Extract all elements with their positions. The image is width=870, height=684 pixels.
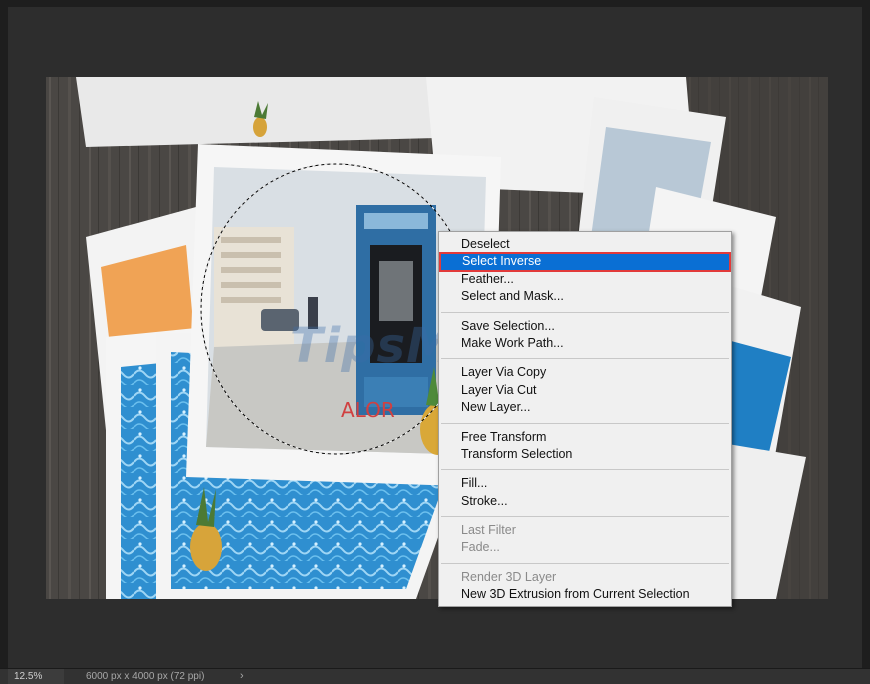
menu-separator	[441, 469, 729, 471]
window-left-frame	[0, 0, 8, 668]
menu-separator	[441, 358, 729, 360]
status-bar: 12.5% 6000 px x 4000 px (72 ppi) ›	[0, 668, 870, 684]
selection-context-menu: Deselect Select Inverse Feather... Selec…	[438, 231, 732, 607]
menu-item-layer-via-copy[interactable]: Layer Via Copy	[439, 364, 731, 381]
menu-item-transform-selection[interactable]: Transform Selection	[439, 446, 731, 463]
window-top-frame	[0, 0, 870, 7]
document-info: 6000 px x 4000 px (72 ppi)	[86, 671, 205, 682]
menu-item-select-inverse[interactable]: Select Inverse	[439, 252, 731, 272]
menu-item-free-transform[interactable]: Free Transform	[439, 429, 731, 446]
zoom-level-field[interactable]: 12.5%	[8, 669, 64, 684]
menu-separator	[441, 562, 729, 564]
svg-text:ALOR: ALOR	[341, 398, 395, 422]
menu-separator	[441, 311, 729, 313]
menu-item-save-selection[interactable]: Save Selection...	[439, 318, 731, 335]
menu-item-new-3d-extrusion[interactable]: New 3D Extrusion from Current Selection	[439, 586, 731, 603]
chevron-right-icon[interactable]: ›	[240, 669, 244, 684]
menu-item-stroke[interactable]: Stroke...	[439, 493, 731, 510]
menu-item-layer-via-cut[interactable]: Layer Via Cut	[439, 382, 731, 399]
window-right-frame	[862, 0, 870, 668]
menu-item-feather[interactable]: Feather...	[439, 271, 731, 288]
menu-item-new-layer[interactable]: New Layer...	[439, 399, 731, 416]
menu-separator	[441, 422, 729, 424]
menu-item-render-3d-layer: Render 3D Layer	[461, 569, 557, 584]
menu-item-make-work-path[interactable]: Make Work Path...	[439, 335, 731, 352]
menu-item-select-and-mask[interactable]: Select and Mask...	[439, 288, 731, 305]
menu-item-fade: Fade...	[461, 540, 500, 555]
menu-item-deselect[interactable]: Deselect	[439, 236, 731, 253]
menu-separator	[441, 516, 729, 518]
menu-item-fill[interactable]: Fill...	[439, 475, 731, 492]
menu-item-last-filter: Last Filter	[461, 523, 516, 538]
